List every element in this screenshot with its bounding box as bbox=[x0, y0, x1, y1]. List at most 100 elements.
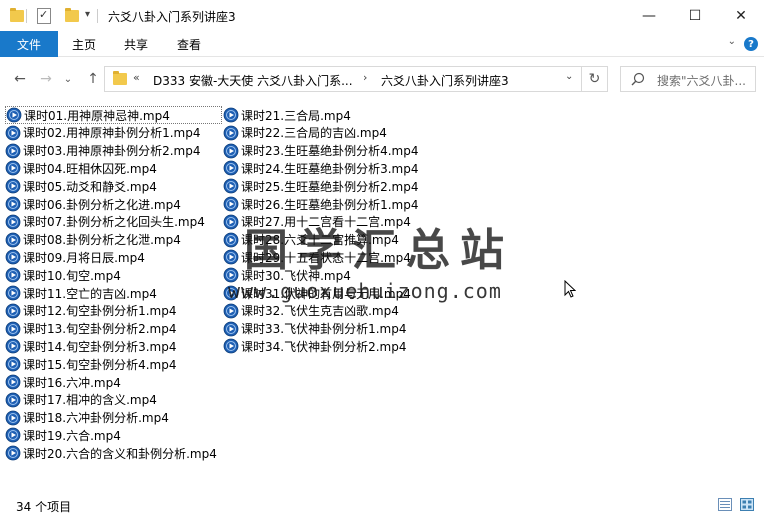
file-item[interactable]: 课时24.生旺墓绝卦例分析3.mp4 bbox=[223, 159, 418, 177]
file-name: 课时19.六合.mp4 bbox=[23, 428, 121, 443]
up-button[interactable]: ↑ bbox=[82, 67, 104, 91]
watermark-text: 国学汇总站 bbox=[244, 225, 514, 276]
media-file-icon bbox=[5, 374, 21, 390]
file-item[interactable]: 课时08.卦例分析之化泄.mp4 bbox=[5, 231, 181, 249]
media-file-icon bbox=[5, 160, 21, 176]
file-name: 课时26.生旺墓绝卦例分析1.mp4 bbox=[241, 197, 419, 212]
media-file-icon bbox=[5, 445, 21, 461]
tab-file[interactable]: 文件 bbox=[0, 31, 58, 57]
ribbon-tabs: 文件 主页 共享 查看 ⌄ ? bbox=[0, 31, 764, 57]
file-item[interactable]: 课时23.生旺墓绝卦例分析4.mp4 bbox=[223, 142, 418, 160]
file-name: 课时15.旬空卦例分析4.mp4 bbox=[23, 357, 177, 372]
file-name: 课时09.月将日辰.mp4 bbox=[23, 250, 145, 265]
large-icons-view-icon[interactable] bbox=[740, 498, 754, 511]
file-item[interactable]: 课时11.空亡的吉凶.mp4 bbox=[5, 284, 157, 302]
file-item[interactable]: 课时13.旬空卦例分析2.mp4 bbox=[5, 320, 176, 338]
recent-locations-button[interactable]: ⌄ bbox=[60, 67, 76, 91]
media-file-icon bbox=[5, 338, 21, 354]
address-bar[interactable]: « D333 安徽-大天使 六爻八卦入门系... › 六爻八卦入门系列讲座3 ⌄ bbox=[104, 66, 582, 92]
search-box[interactable]: 搜索"六爻八卦... bbox=[620, 66, 756, 92]
refresh-button[interactable]: ↻ bbox=[582, 66, 608, 92]
file-item[interactable]: 课时20.六合的含义和卦例分析.mp4 bbox=[5, 444, 217, 462]
file-item[interactable]: 课时06.卦例分析之化进.mp4 bbox=[5, 195, 181, 213]
file-item[interactable]: 课时26.生旺墓绝卦例分析1.mp4 bbox=[223, 195, 418, 213]
file-item[interactable]: 课时32.飞伏生克吉凶歌.mp4 bbox=[223, 302, 399, 320]
file-name: 课时06.卦例分析之化进.mp4 bbox=[23, 197, 181, 212]
file-name: 课时11.空亡的吉凶.mp4 bbox=[23, 286, 157, 301]
file-name: 课时08.卦例分析之化泄.mp4 bbox=[23, 233, 181, 248]
media-file-icon bbox=[5, 267, 21, 283]
tab-home[interactable]: 主页 bbox=[72, 31, 96, 57]
back-button[interactable]: ← bbox=[8, 67, 32, 91]
tab-share[interactable]: 共享 bbox=[124, 31, 148, 57]
file-name: 课时34.飞伏神卦例分析2.mp4 bbox=[241, 339, 407, 354]
file-item[interactable]: 课时14.旬空卦例分析3.mp4 bbox=[5, 337, 176, 355]
help-icon[interactable]: ? bbox=[744, 37, 758, 51]
file-name: 课时16.六冲.mp4 bbox=[23, 375, 121, 390]
media-file-icon bbox=[5, 232, 21, 247]
details-view-icon[interactable] bbox=[718, 498, 732, 511]
file-item[interactable]: 课时04.旺相休囚死.mp4 bbox=[5, 159, 157, 177]
file-item[interactable]: 课时34.飞伏神卦例分析2.mp4 bbox=[223, 337, 406, 355]
file-item[interactable]: 课时17.相冲的含义.mp4 bbox=[5, 391, 157, 409]
overflow-chevron-icon[interactable]: « bbox=[133, 71, 140, 84]
media-file-icon bbox=[5, 125, 21, 141]
media-file-icon bbox=[5, 303, 21, 319]
file-name: 课时12.旬空卦例分析1.mp4 bbox=[23, 304, 177, 319]
search-icon bbox=[631, 72, 645, 86]
media-file-icon bbox=[223, 196, 239, 212]
file-item[interactable]: 课时19.六合.mp4 bbox=[5, 426, 121, 444]
title-separator bbox=[26, 9, 27, 23]
window-title: 六爻八卦入门系列讲座3 bbox=[108, 10, 236, 24]
media-file-icon bbox=[5, 356, 21, 372]
item-count: 34 个项目 bbox=[16, 500, 72, 514]
search-input[interactable]: 搜索"六爻八卦... bbox=[657, 72, 746, 89]
file-name: 课时04.旺相休囚死.mp4 bbox=[23, 161, 157, 176]
file-name: 课时23.生旺墓绝卦例分析4.mp4 bbox=[241, 144, 419, 159]
breadcrumb-current[interactable]: 六爻八卦入门系列讲座3 bbox=[381, 72, 509, 89]
media-file-icon bbox=[223, 143, 239, 158]
media-file-icon bbox=[5, 178, 21, 194]
file-name: 课时20.六合的含义和卦例分析.mp4 bbox=[23, 446, 217, 461]
file-item[interactable]: 课时33.飞伏神卦例分析1.mp4 bbox=[223, 320, 406, 338]
file-item[interactable]: 课时21.三合局.mp4 bbox=[223, 106, 351, 124]
file-item[interactable]: 课时22.三合局的吉凶.mp4 bbox=[223, 124, 387, 142]
file-item[interactable]: 课时02.用神原神卦例分析1.mp4 bbox=[5, 124, 200, 142]
maximize-button[interactable]: ☐ bbox=[672, 0, 718, 31]
breadcrumb-parent[interactable]: D333 安徽-大天使 六爻八卦入门系... bbox=[153, 72, 353, 89]
close-button[interactable]: ✕ bbox=[718, 0, 764, 31]
file-item[interactable]: 课时07.卦例分析之化回头生.mp4 bbox=[5, 213, 205, 231]
file-name: 课时05.动爻和静爻.mp4 bbox=[23, 179, 157, 194]
file-item[interactable]: 课时03.用神原神卦例分析2.mp4 bbox=[5, 142, 200, 160]
forward-button[interactable]: → bbox=[36, 67, 56, 91]
file-item[interactable]: 课时16.六冲.mp4 bbox=[5, 373, 121, 391]
file-item[interactable]: 课时01.用神原神忌神.mp4 bbox=[5, 106, 222, 124]
file-item[interactable]: 课时05.动爻和静爻.mp4 bbox=[5, 177, 157, 195]
file-name: 课时02.用神原神卦例分析1.mp4 bbox=[23, 126, 201, 141]
file-item[interactable]: 课时25.生旺墓绝卦例分析2.mp4 bbox=[223, 177, 418, 195]
mouse-cursor-icon bbox=[564, 280, 576, 298]
customize-toolbar-icon[interactable]: ▾ bbox=[85, 9, 90, 20]
file-item[interactable]: 课时09.月将日辰.mp4 bbox=[5, 248, 145, 266]
file-name: 课时01.用神原神忌神.mp4 bbox=[24, 108, 170, 123]
minimize-button[interactable]: — bbox=[626, 0, 672, 31]
file-item[interactable]: 课时15.旬空卦例分析4.mp4 bbox=[5, 355, 176, 373]
folder-icon bbox=[10, 8, 24, 22]
expand-ribbon-icon[interactable]: ⌄ bbox=[728, 36, 736, 47]
breadcrumb-chevron-icon[interactable]: › bbox=[363, 71, 367, 84]
file-name: 课时24.生旺墓绝卦例分析3.mp4 bbox=[241, 161, 419, 176]
file-name: 课时13.旬空卦例分析2.mp4 bbox=[23, 322, 177, 337]
file-item[interactable]: 课时12.旬空卦例分析1.mp4 bbox=[5, 302, 176, 320]
address-dropdown-icon[interactable]: ⌄ bbox=[565, 71, 573, 82]
new-folder-icon[interactable] bbox=[65, 8, 79, 22]
file-item[interactable]: 课时18.六冲卦例分析.mp4 bbox=[5, 409, 169, 427]
media-file-icon bbox=[223, 178, 239, 194]
tab-view[interactable]: 查看 bbox=[177, 31, 201, 57]
file-name: 课时17.相冲的含义.mp4 bbox=[23, 393, 157, 408]
file-item[interactable]: 课时10.旬空.mp4 bbox=[5, 266, 121, 284]
media-file-icon bbox=[223, 321, 239, 336]
media-file-icon bbox=[5, 285, 21, 301]
file-name: 课时21.三合局.mp4 bbox=[241, 108, 351, 123]
file-name: 课时32.飞伏生克吉凶歌.mp4 bbox=[241, 304, 399, 319]
properties-icon[interactable] bbox=[37, 8, 51, 24]
